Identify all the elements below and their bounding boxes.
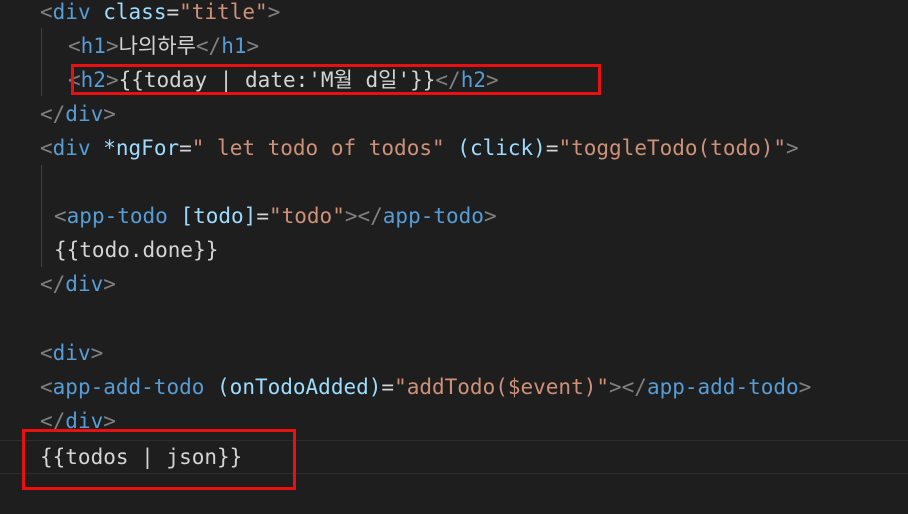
token-tag-bracket: < — [40, 0, 53, 24]
token-code-text: = — [545, 136, 559, 160]
token-tag-name: h2 — [80, 68, 106, 92]
token-tag-bracket: < — [68, 34, 81, 58]
code-editor[interactable]: <div class="title"> <h1>나의하루</h1> <h2>{{… — [0, 0, 908, 514]
token-tag-name: app-todo — [382, 204, 484, 228]
token-tag-name: h1 — [80, 34, 106, 58]
indent-guide — [41, 165, 42, 267]
token-tag-bracket: </ — [435, 68, 461, 92]
token-attribute-name: (click) — [457, 136, 546, 160]
token-tag-name: app-add-todo — [646, 375, 799, 399]
token-tag-bracket: > — [786, 136, 799, 160]
token-tag-name: div — [65, 409, 104, 433]
token-code-text: {{todos | json}} — [40, 445, 243, 469]
token-code-text: {{todo.done}} — [54, 238, 219, 262]
token-string-literal: "title" — [179, 0, 268, 24]
token-tag-bracket: > — [105, 68, 119, 92]
token-code-text: = — [381, 375, 395, 399]
token-tag-bracket: > — [103, 409, 116, 433]
token-tag-bracket: > — [103, 102, 116, 126]
code-line[interactable]: </div> — [40, 267, 116, 301]
indent-guide — [41, 28, 42, 96]
token-tag-name: div — [52, 0, 91, 24]
token-string-literal: "toggleTodo(todo)" — [558, 136, 787, 160]
code-line[interactable]: <h1>나의하루</h1> — [68, 29, 259, 63]
token-attribute-name: class — [103, 0, 167, 24]
token-tag-bracket: < — [40, 375, 53, 399]
code-line[interactable]: <div *ngFor=" let todo of todos" (click)… — [40, 131, 799, 165]
token-tag-name: app-add-todo — [52, 375, 205, 399]
code-line[interactable]: </div> — [40, 97, 116, 131]
token-tag-bracket: < — [40, 136, 53, 160]
token-tag-bracket: ></ — [609, 375, 647, 399]
token-tag-bracket: ></ — [344, 204, 383, 228]
token-tag-bracket: </ — [40, 409, 66, 433]
token-code-text — [168, 204, 181, 228]
code-line[interactable]: <app-todo [todo]="todo"></app-todo> — [54, 199, 497, 233]
token-tag-name: app-todo — [66, 204, 168, 228]
token-tag-bracket: </ — [195, 34, 222, 58]
token-attribute-name: (onTodoAdded) — [217, 375, 382, 399]
token-tag-name: h1 — [221, 34, 247, 58]
token-tag-name: div — [52, 136, 91, 160]
token-code-text: 나의하루 — [118, 34, 196, 58]
token-code-text: = — [179, 136, 192, 160]
token-tag-bracket: < — [54, 204, 67, 228]
token-string-literal: "todo" — [268, 204, 345, 228]
code-line[interactable]: {{todos | json}} — [40, 440, 242, 474]
token-string-literal: " let todo of todos" — [191, 136, 445, 160]
token-tag-bracket: > — [90, 341, 104, 365]
token-tag-bracket: </ — [40, 102, 66, 126]
token-tag-bracket: > — [267, 0, 281, 24]
token-tag-name: div — [52, 341, 91, 365]
code-line[interactable]: <div> — [40, 336, 103, 370]
token-tag-bracket: > — [246, 34, 260, 58]
token-attribute-name: [todo] — [180, 204, 257, 228]
token-tag-name: h2 — [460, 68, 486, 92]
token-tag-name: div — [65, 102, 104, 126]
token-tag-name: div — [65, 272, 104, 296]
code-line[interactable]: <app-add-todo (onTodoAdded)="addTodo($ev… — [40, 370, 811, 404]
code-line[interactable]: <div class="title"> — [40, 0, 280, 29]
token-code-text: = — [166, 0, 180, 24]
token-tag-bracket: > — [486, 68, 499, 92]
token-code-text — [91, 0, 104, 24]
token-tag-bracket: > — [105, 34, 119, 58]
token-tag-bracket: </ — [40, 272, 66, 296]
token-code-text — [445, 136, 458, 160]
token-code-text — [91, 136, 104, 160]
token-tag-bracket: < — [68, 68, 81, 92]
token-tag-bracket: < — [40, 341, 53, 365]
code-line[interactable]: </div> — [40, 404, 116, 438]
token-tag-bracket: > — [798, 375, 812, 399]
token-tag-bracket: > — [103, 272, 116, 296]
token-string-literal: "addTodo($event)" — [394, 375, 609, 399]
code-line[interactable]: <h2>{{today | date:'M월 d일'}}</h2> — [68, 63, 499, 97]
token-code-text — [204, 375, 217, 399]
token-code-text: {{today | date:'M월 d일'}} — [118, 68, 436, 92]
code-line[interactable]: {{todo.done}} — [54, 233, 218, 267]
token-tag-bracket: > — [483, 204, 497, 228]
token-attribute-name: *ngFor — [103, 136, 180, 160]
token-code-text: = — [256, 204, 269, 228]
